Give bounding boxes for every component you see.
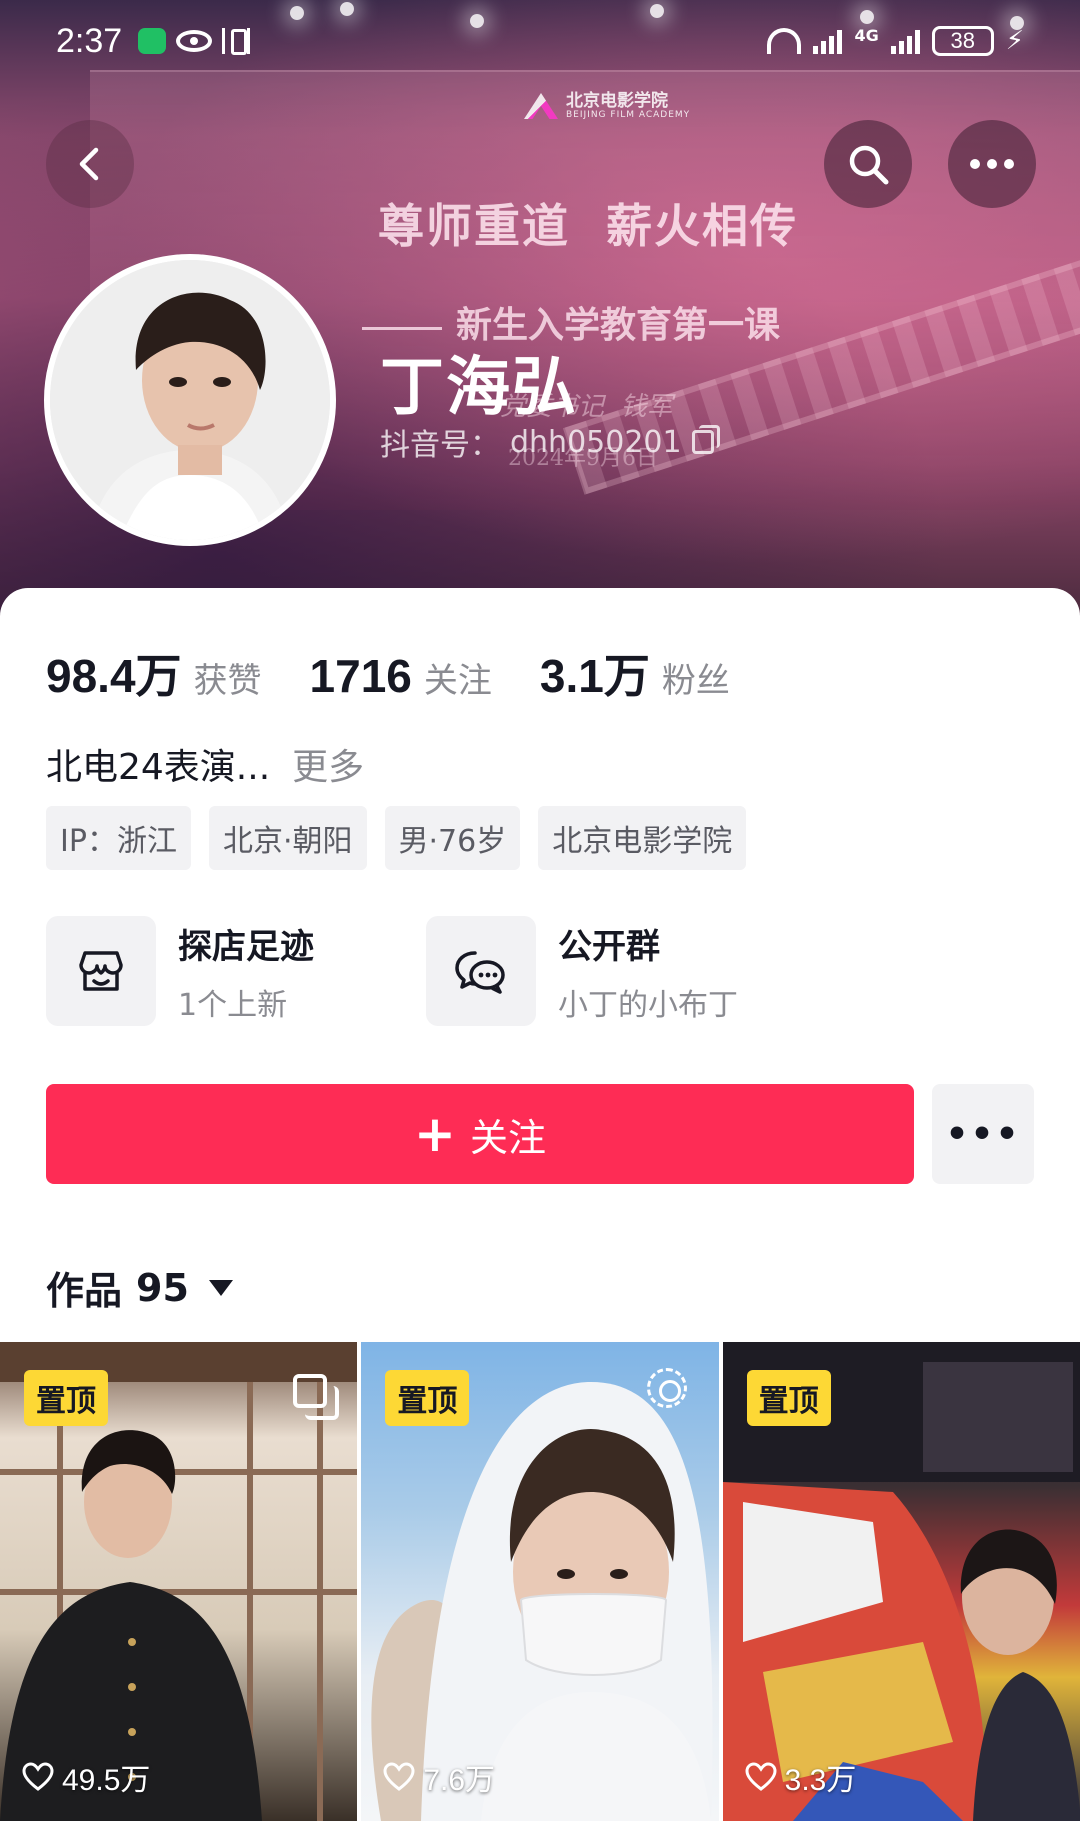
plus-icon: +: [414, 1105, 456, 1163]
tag-city[interactable]: 北京·朝阳: [208, 806, 367, 870]
tag-school[interactable]: 北京电影学院: [538, 806, 747, 870]
like-count-value: 3.3万: [784, 1764, 857, 1797]
stat-likes[interactable]: 98.4万 获赞: [46, 640, 262, 706]
feature-store-subtitle: 1个上新: [178, 987, 288, 1023]
network-type: 4G: [854, 26, 879, 45]
profile-stats: 98.4万 获赞 1716 关注 3.1万 粉丝: [46, 640, 778, 706]
signal-icon: [813, 28, 843, 54]
search-button[interactable]: [824, 120, 912, 208]
multi-image-icon: [293, 1374, 340, 1420]
stat-followers-label: 粉丝: [661, 661, 730, 701]
like-count-value: 49.5万: [62, 1764, 151, 1797]
follow-button[interactable]: + 关注: [46, 1084, 914, 1184]
copy-icon[interactable]: [691, 425, 720, 454]
works-grid: 置顶 49.5万 置顶 7.6万 置顶 3.3万: [0, 1342, 1080, 1821]
profile-tags: IP：浙江 北京·朝阳 男·76岁 北京电影学院: [46, 806, 747, 870]
stat-following-value: 1716: [309, 650, 412, 702]
store-icon: [79, 951, 123, 991]
status-notification-icons: [138, 28, 250, 55]
feature-icon-box: [426, 916, 536, 1026]
cellular-signal-icon: [890, 28, 920, 54]
status-system-icons: 4G 38 ⚡: [767, 26, 1024, 56]
pinned-badge: 置顶: [746, 1370, 831, 1426]
heart-icon: [745, 1762, 777, 1791]
search-icon: [849, 145, 889, 185]
stat-followers-value: 3.1万: [539, 650, 650, 702]
like-count: 7.6万: [383, 1755, 495, 1799]
battery-icon: 38: [931, 26, 994, 56]
wifi-icon: [767, 28, 802, 54]
pinned-badge: 置顶: [385, 1370, 470, 1426]
tag-ip-location: IP：浙江: [46, 806, 191, 870]
stat-following[interactable]: 1716 关注: [310, 649, 492, 703]
work-item[interactable]: 置顶 49.5万: [0, 1342, 358, 1821]
stat-likes-value: 98.4万: [46, 650, 182, 702]
feature-public-group[interactable]: 公开群 小丁的小布丁: [426, 916, 766, 1026]
bio-text: 北电24表演...: [46, 747, 271, 788]
status-time: 2:37: [56, 22, 123, 60]
vibrate-icon: [222, 28, 250, 55]
feature-icon-box: [46, 916, 156, 1026]
stat-followers[interactable]: 3.1万 粉丝: [540, 640, 730, 706]
follow-more-button[interactable]: •••: [932, 1084, 1034, 1184]
back-button[interactable]: [46, 120, 134, 208]
follow-button-label: 关注: [469, 1115, 546, 1160]
work-item[interactable]: 置顶 3.3万: [722, 1342, 1080, 1821]
more-options-button[interactable]: [948, 120, 1036, 208]
feature-shortcuts: 探店足迹 1个上新 公开群 小丁的小布丁: [46, 916, 766, 1026]
avatar[interactable]: [44, 254, 336, 546]
heart-icon: [383, 1762, 415, 1791]
bio-more-link[interactable]: 更多: [292, 747, 364, 788]
feature-store-visits[interactable]: 探店足迹 1个上新: [46, 916, 386, 1026]
group-chat-icon: [455, 951, 505, 994]
stat-following-label: 关注: [423, 661, 492, 701]
status-bar: 2:37 4G 38 ⚡: [0, 0, 1080, 90]
wechat-icon: [138, 28, 166, 54]
school-name-cn: 北京电影学院: [566, 91, 668, 111]
avatar-portrait: [50, 260, 330, 540]
school-logo: 北京电影学院 BEIJING FILM ACADEMY: [524, 92, 690, 120]
like-count-value: 7.6万: [423, 1764, 496, 1797]
bio: 北电24表演... 更多: [46, 738, 364, 790]
profile-banner: 北京电影学院 BEIJING FILM ACADEMY 尊师重道 薪火相传 新生…: [0, 0, 1080, 620]
work-item[interactable]: 置顶 7.6万: [361, 1342, 719, 1821]
profile-name: 丁海弘: [380, 351, 578, 425]
pinned-badge: 置顶: [24, 1370, 108, 1426]
more-dots-icon: •••: [945, 1113, 1021, 1155]
douyin-id-row[interactable]: 抖音号： dhh050201: [380, 420, 720, 464]
feature-group-title: 公开群: [558, 926, 660, 967]
tag-gender-age: 男·76岁: [384, 806, 521, 870]
like-count: 49.5万: [22, 1755, 150, 1799]
charging-icon: ⚡: [1005, 26, 1024, 56]
works-tab[interactable]: 作品 95: [46, 1260, 233, 1315]
heart-icon: [22, 1762, 54, 1791]
chevron-left-icon: [79, 147, 99, 181]
school-name-en: BEIJING FILM ACADEMY: [566, 110, 691, 120]
more-dots-icon: [970, 159, 1014, 169]
school-logo-icon: [524, 93, 558, 119]
like-count: 3.3万: [745, 1755, 857, 1799]
banner-motto: 尊师重道 薪火相传: [378, 199, 799, 253]
works-label: 作品: [46, 1269, 123, 1313]
eye-icon: [176, 30, 212, 52]
douyin-id-value: dhh050201: [510, 424, 682, 460]
caret-down-icon: [208, 1279, 233, 1296]
feature-store-title: 探店足迹: [178, 926, 314, 967]
feature-group-subtitle: 小丁的小布丁: [558, 987, 738, 1023]
stat-likes-label: 获赞: [193, 661, 262, 701]
douyin-id-label: 抖音号：: [380, 428, 500, 463]
works-count: 95: [136, 1265, 189, 1310]
live-photo-icon: [646, 1368, 687, 1408]
